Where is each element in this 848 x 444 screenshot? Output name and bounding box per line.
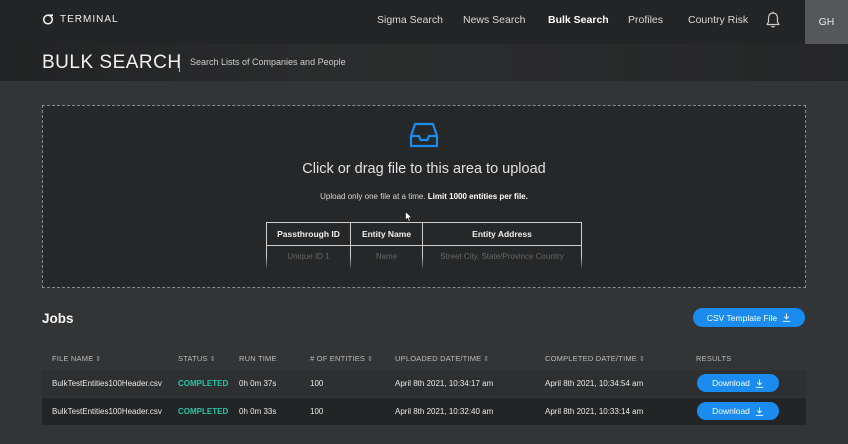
download-results-button[interactable]: Download: [697, 374, 779, 392]
completed-cell: April 8th 2021, 10:33:14 am: [545, 407, 644, 416]
uploaded-cell: April 8th 2021, 10:34:17 am: [395, 379, 494, 388]
logo-text: TERMINAL: [60, 13, 119, 25]
sample-header-entity-name: Entity Name: [350, 222, 423, 246]
entities-cell: 100: [310, 407, 324, 416]
page-title: BULK SEARCH: [42, 52, 182, 73]
title-divider: [179, 54, 180, 72]
run-time-cell: 0h 0m 37s: [239, 379, 277, 388]
col-results: RESULTS: [696, 354, 732, 363]
sort-icon[interactable]: ⇕: [483, 356, 489, 363]
sample-header-passthrough-id: Passthrough ID: [266, 222, 351, 246]
upload-dropzone[interactable]: Click or drag file to this area to uploa…: [42, 105, 806, 288]
col-file-name-label: FILE NAME: [52, 354, 94, 363]
nav-news-search[interactable]: News Search: [463, 14, 525, 26]
nav-country-risk[interactable]: Country Risk: [688, 14, 748, 26]
sort-icon[interactable]: ⇕: [367, 356, 373, 363]
sort-icon[interactable]: ⇕: [95, 356, 101, 363]
sample-table-fade: [266, 256, 582, 270]
user-avatar[interactable]: GH: [805, 0, 848, 44]
upload-limit-text: Limit 1000 entities per file.: [427, 192, 528, 201]
nav-bulk-search[interactable]: Bulk Search: [548, 14, 609, 26]
table-row: BulkTestEntities100Header.csv COMPLETED …: [42, 370, 806, 397]
page-banner: BULK SEARCH Search Lists of Companies an…: [0, 44, 848, 81]
top-nav: TERMINAL Sigma Search News Search Bulk S…: [0, 0, 848, 44]
status-badge: COMPLETED: [178, 407, 229, 416]
nav-sigma-search[interactable]: Sigma Search: [377, 14, 443, 26]
csv-template-label: CSV Template File: [706, 312, 778, 323]
entities-cell: 100: [310, 379, 324, 388]
col-completed[interactable]: COMPLETED DATE/TIME ⇕: [545, 354, 645, 363]
page-subtitle: Search Lists of Companies and People: [190, 57, 346, 67]
jobs-title: Jobs: [42, 311, 74, 326]
download-icon: [782, 313, 791, 322]
sample-header-entity-address: Entity Address: [422, 222, 582, 246]
download-icon: [755, 379, 764, 388]
col-file-name[interactable]: FILE NAME ⇕: [52, 354, 101, 363]
file-name-cell: BulkTestEntities100Header.csv: [52, 407, 162, 416]
upload-title: Click or drag file to this area to uploa…: [302, 161, 546, 177]
sigma-logo-icon: [42, 14, 54, 25]
col-status[interactable]: STATUS ⇕: [178, 354, 216, 363]
completed-cell: April 8th 2021, 10:34:54 am: [545, 379, 644, 388]
jobs-table-header: FILE NAME ⇕ STATUS ⇕ RUN TIME # OF ENTITIE…: [42, 348, 806, 368]
download-label: Download: [712, 406, 750, 416]
col-entities[interactable]: # OF ENTITIES ⇕: [310, 354, 373, 363]
download-label: Download: [712, 378, 750, 388]
table-row: BulkTestEntities100Header.csv COMPLETED …: [42, 398, 806, 425]
sort-icon[interactable]: ⇕: [210, 356, 216, 363]
status-badge: COMPLETED: [178, 379, 229, 388]
upload-hint-text: Upload only one file at a time.: [320, 192, 426, 201]
run-time-cell: 0h 0m 33s: [239, 407, 277, 416]
col-entities-label: # OF ENTITIES: [310, 354, 366, 363]
nav-profiles[interactable]: Profiles: [628, 14, 663, 26]
col-status-label: STATUS: [178, 354, 208, 363]
inbox-icon: [409, 122, 439, 148]
uploaded-cell: April 8th 2021, 10:32:40 am: [395, 407, 494, 416]
terminal-logo[interactable]: TERMINAL: [42, 13, 119, 25]
csv-template-download-button[interactable]: CSV Template File: [693, 308, 805, 327]
bell-icon[interactable]: [765, 11, 781, 29]
file-name-cell: BulkTestEntities100Header.csv: [52, 379, 162, 388]
col-uploaded[interactable]: UPLOADED DATE/TIME ⇕: [395, 354, 489, 363]
upload-hint: Upload only one file at a time. Limit 10…: [43, 192, 805, 201]
download-results-button[interactable]: Download: [697, 402, 779, 420]
col-run-time: RUN TIME: [239, 354, 277, 363]
sort-icon[interactable]: ⇕: [639, 356, 645, 363]
col-uploaded-label: UPLOADED DATE/TIME: [395, 354, 482, 363]
download-icon: [755, 407, 764, 416]
col-completed-label: COMPLETED DATE/TIME: [545, 354, 638, 363]
